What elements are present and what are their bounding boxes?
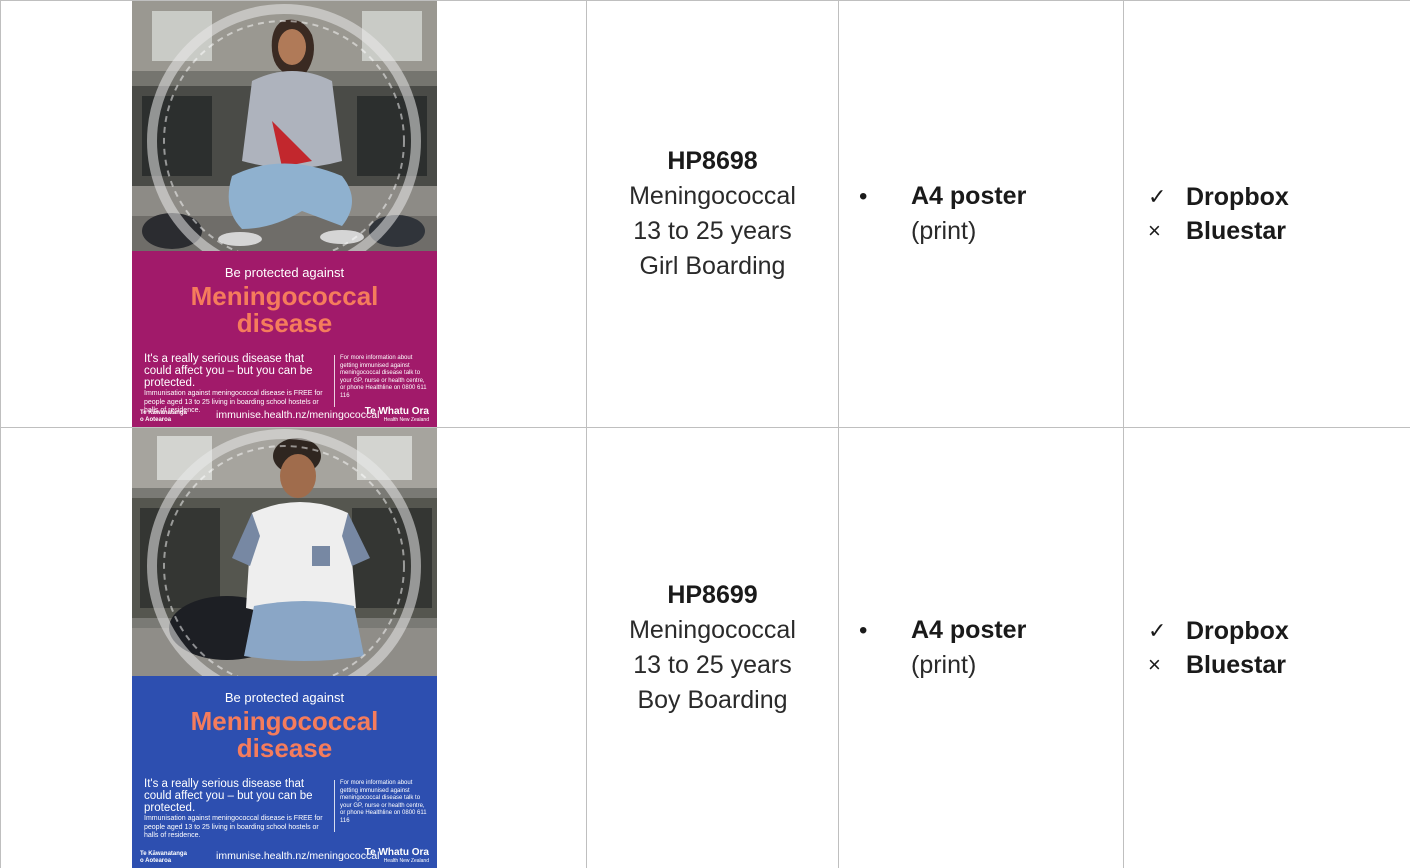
poster-url: immunise.health.nz/meningococcal	[216, 850, 379, 862]
poster-url: immunise.health.nz/meningococcal	[216, 409, 379, 421]
distribution-list: ✓ Dropbox × Bluestar	[1124, 614, 1410, 682]
format-sub: (print)	[911, 214, 1026, 249]
resource-desc-line1: Meningococcal	[587, 613, 838, 648]
resource-desc-line1: Meningococcal	[587, 179, 838, 214]
distribution-item: × Bluestar	[1148, 214, 1410, 248]
resource-desc-line3: Boy Boarding	[587, 683, 838, 718]
poster-divider	[334, 355, 335, 407]
distribution-item: ✓ Dropbox	[1148, 180, 1410, 214]
code-cell: HP8699 Meningococcal 13 to 25 years Boy …	[587, 428, 839, 868]
poster-body-text: Immunisation against meningococcal disea…	[144, 815, 334, 841]
format-list-item: • A4 poster (print)	[839, 613, 1123, 683]
format-list-item: • A4 poster (print)	[839, 179, 1123, 249]
brand-logo: Te Whatu Ora Health New Zealand	[365, 848, 429, 864]
poster-text-panel: Be protected against Meningococcal disea…	[132, 251, 437, 427]
gov-logo: Te Kāwanatanga o Aotearoa	[140, 410, 187, 423]
poster-thumbnail: Be protected against Meningococcal disea…	[132, 1, 437, 427]
gov-logo: Te Kāwanatanga o Aotearoa	[140, 851, 187, 864]
poster-thumbnail: Be protected against Meningococcal disea…	[132, 428, 437, 868]
poster-headline: Meningococcal disease	[132, 708, 437, 762]
distribution-cell: ✓ Dropbox × Bluestar	[1124, 428, 1410, 868]
resource-table: Be protected against Meningococcal disea…	[0, 0, 1410, 868]
bullet-icon: •	[859, 613, 911, 648]
poster-footer: Te Kāwanatanga o Aotearoa immunise.healt…	[132, 846, 437, 864]
resource-code: HP8698	[587, 144, 838, 179]
distribution-label: Bluestar	[1186, 651, 1286, 680]
distribution-item: ✓ Dropbox	[1148, 614, 1410, 648]
cross-icon: ×	[1148, 218, 1186, 244]
code-cell: HP8698 Meningococcal 13 to 25 years Girl…	[587, 1, 839, 428]
poster-body: It's a really serious disease that could…	[144, 778, 334, 841]
resource-desc-line3: Girl Boarding	[587, 249, 838, 284]
format-label: A4 poster	[911, 613, 1026, 648]
poster-divider	[334, 780, 335, 832]
poster-lead: It's a really serious disease that could…	[144, 778, 334, 814]
poster-headline-line2: disease	[132, 310, 437, 337]
distribution-list: ✓ Dropbox × Bluestar	[1124, 180, 1410, 248]
resource-desc-line2: 13 to 25 years	[587, 648, 838, 683]
format-cell: • A4 poster (print)	[839, 1, 1124, 428]
poster-photo	[132, 1, 437, 251]
poster-headline-line1: Meningococcal	[132, 708, 437, 735]
distribution-label: Dropbox	[1186, 183, 1289, 212]
cross-icon: ×	[1148, 652, 1186, 678]
distribution-label: Dropbox	[1186, 617, 1289, 646]
poster-tagline: Be protected against	[132, 265, 437, 280]
photo-boy-illustration	[132, 428, 437, 676]
poster-footer: Te Kāwanatanga o Aotearoa immunise.healt…	[132, 405, 437, 423]
check-icon: ✓	[1148, 184, 1186, 210]
poster-info: For more information about getting immun…	[340, 780, 430, 825]
poster-photo	[132, 428, 437, 676]
table-row: Be protected against Meningococcal disea…	[1, 1, 1410, 428]
poster-cell: Be protected against Meningococcal disea…	[1, 428, 587, 868]
poster-text-panel: Be protected against Meningococcal disea…	[132, 676, 437, 868]
resource-code: HP8699	[587, 578, 838, 613]
format-label: A4 poster	[911, 179, 1026, 214]
poster-headline-line1: Meningococcal	[132, 283, 437, 310]
poster-headline: Meningococcal disease	[132, 283, 437, 337]
format-sub: (print)	[911, 648, 1026, 683]
poster-tagline: Be protected against	[132, 690, 437, 705]
distribution-label: Bluestar	[1186, 217, 1286, 246]
bullet-icon: •	[859, 179, 911, 214]
poster-cell: Be protected against Meningococcal disea…	[1, 1, 587, 428]
photo-girl-illustration	[132, 1, 437, 251]
poster-info: For more information about getting immun…	[340, 355, 430, 400]
brand-logo: Te Whatu Ora Health New Zealand	[365, 407, 429, 423]
distribution-item: × Bluestar	[1148, 648, 1410, 682]
table-row: Be protected against Meningococcal disea…	[1, 428, 1410, 868]
distribution-cell: ✓ Dropbox × Bluestar	[1124, 1, 1410, 428]
resource-desc-line2: 13 to 25 years	[587, 214, 838, 249]
check-icon: ✓	[1148, 618, 1186, 644]
poster-lead: It's a really serious disease that could…	[144, 353, 334, 389]
poster-headline-line2: disease	[132, 735, 437, 762]
format-cell: • A4 poster (print)	[839, 428, 1124, 868]
